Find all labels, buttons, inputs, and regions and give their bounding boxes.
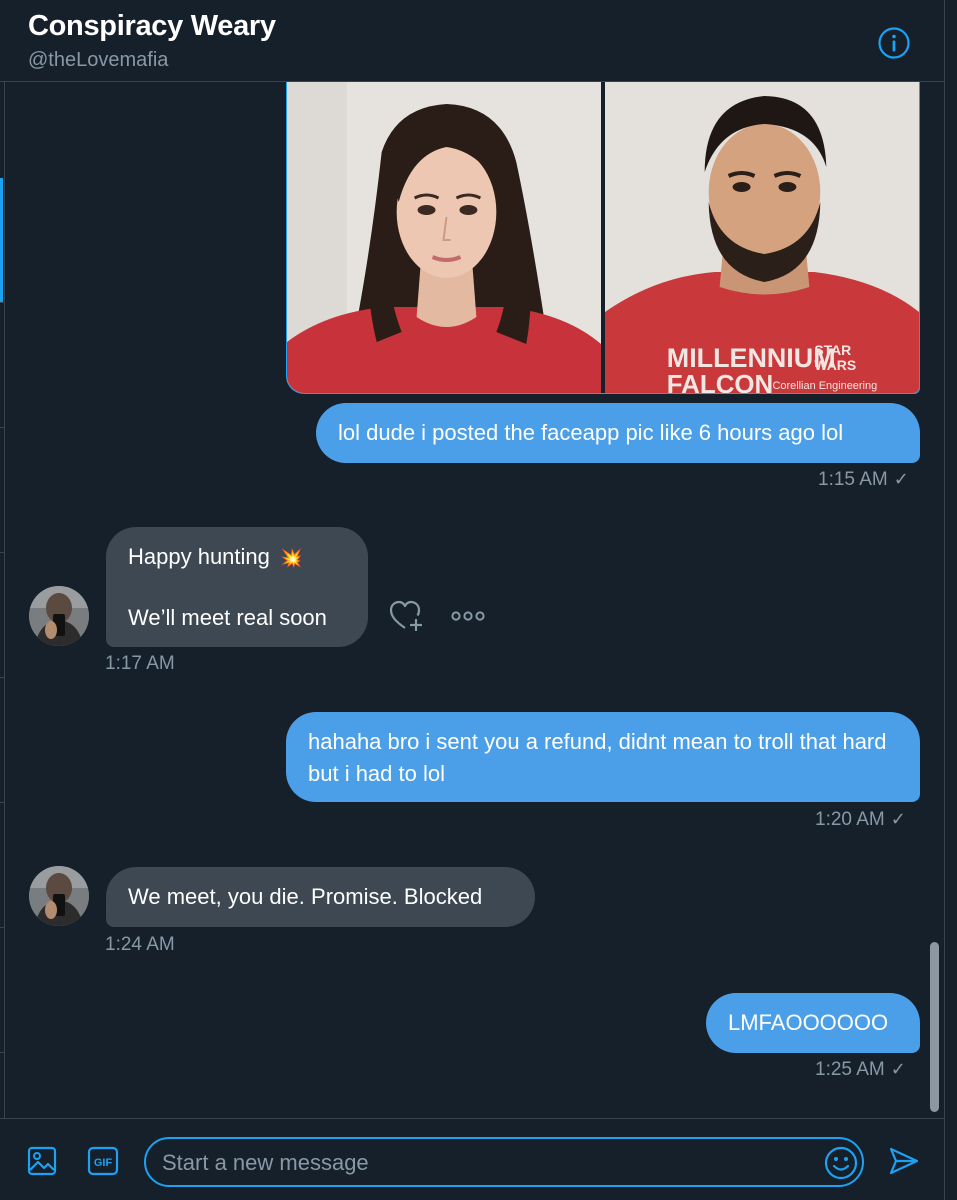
incoming-message[interactable]: Happy hunting 💥 We’ll meet real soon [106,527,368,647]
message-text: hahaha bro i sent you a refund, didnt me… [308,729,887,786]
shirt-text-small: Corellian Engineering [772,380,877,392]
outgoing-message[interactable]: hahaha bro i sent you a refund, didnt me… [286,712,920,802]
scrollbar-thumb[interactable] [930,942,939,1112]
sent-check-icon: ✓ [893,469,909,489]
like-plus-icon[interactable] [389,600,425,637]
message-timestamp: 1:24 AM [105,934,175,955]
message-timestamp: 1:17 AM [105,653,175,674]
conversation-header: Conspiracy Weary @theLovemafia [0,0,944,82]
photo-man[interactable]: MILLENNIUM STAR WARS FALCON Corellian En… [605,82,919,393]
send-icon[interactable] [888,1146,920,1181]
outgoing-message[interactable]: lol dude i posted the faceapp pic like 6… [316,403,920,463]
message-input[interactable] [160,1139,804,1187]
sent-check-icon: ✓ [890,1059,906,1079]
incoming-message[interactable]: We meet, you die. Promise. Blocked [106,867,535,927]
avatar[interactable] [29,866,89,926]
active-indicator [0,178,3,302]
svg-text:GIF: GIF [94,1157,113,1169]
conversation-title[interactable]: Conspiracy Weary [28,10,276,43]
image-icon[interactable] [27,1146,57,1181]
message-timestamp: 1:15 AM ✓ [818,469,909,490]
gif-icon[interactable]: GIF [87,1146,119,1181]
shirt-text-brand1: STAR [814,342,851,358]
shirt-text-line1: MILLENNIUM [667,343,836,373]
message-input-container[interactable] [144,1137,864,1187]
shirt-text-line2: FALCON [667,371,773,393]
message-text: We meet, you die. Promise. Blocked [128,884,483,909]
sent-check-icon: ✓ [890,809,906,829]
message-line: Happy hunting 💥 [128,544,303,569]
photo-woman[interactable] [287,82,601,393]
sidebar-edge [0,82,5,1118]
outgoing-message[interactable]: LMFAOOOOOO [706,993,920,1053]
message-line: We’ll meet real soon [128,605,327,630]
message-text: lol dude i posted the faceapp pic like 6… [338,420,844,445]
message-timestamp: 1:20 AM ✓ [815,809,906,830]
emoji-icon[interactable] [824,1146,858,1185]
avatar[interactable] [29,586,89,646]
info-icon[interactable] [877,26,911,60]
shirt-text-brand2: WARS [814,357,856,373]
message-timestamp: 1:25 AM ✓ [815,1059,906,1080]
more-icon[interactable] [451,609,485,628]
conversation-handle: @theLovemafia [28,49,169,71]
collision-emoji: 💥 [280,548,303,568]
shared-photo-attachment[interactable]: MILLENNIUM STAR WARS FALCON Corellian En… [286,82,920,394]
message-text: LMFAOOOOOO [728,1010,889,1035]
dm-conversation: Conspiracy Weary @theLovemafia MILLENNIU… [0,0,957,1200]
